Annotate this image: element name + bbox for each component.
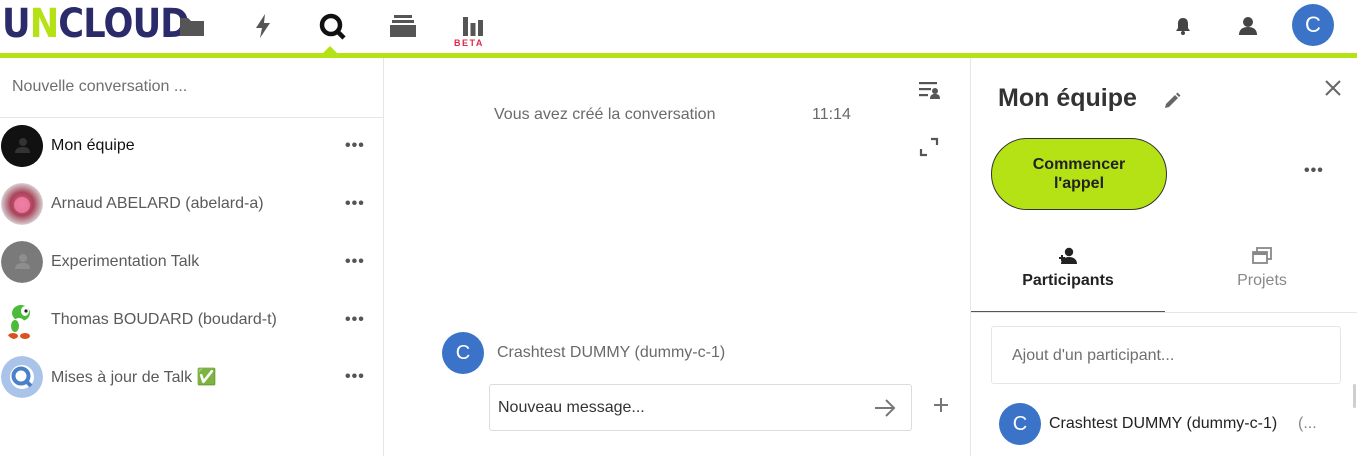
beta-badge: BETA [454,38,484,48]
composer-author-name: Crashtest DUMMY (dummy-c-1) [497,344,726,361]
add-participant-box [991,326,1341,384]
participant-name[interactable]: Crashtest DUMMY (dummy-c-1) [1049,415,1277,433]
folder-icon [180,18,204,36]
add-participant-input[interactable] [1012,347,1322,365]
group-avatar [1,241,43,283]
composer-initial: C [455,341,471,364]
panel-menu-button[interactable]: ••• [1304,162,1324,180]
deck-app-button[interactable] [385,8,421,44]
conversation-name: Experimentation Talk [51,253,200,270]
logo-text-suffix: CLOUD [58,1,189,47]
message-box [489,384,912,431]
tab-label: Projets [1237,272,1287,289]
logo-text-accent: N [29,1,59,47]
notifications-button[interactable] [1167,10,1199,42]
conversation-menu-button[interactable]: ••• [345,311,365,329]
tab-participants[interactable]: Participants [971,238,1165,312]
conversation-item-mon-equipe[interactable]: Mon équipe ••• [0,118,383,174]
message-input[interactable] [498,399,858,417]
conversation-menu-button[interactable]: ••• [345,368,365,386]
files-app-button[interactable] [174,8,210,44]
conversation-name: Arnaud ABELARD (abelard-a) [51,195,264,212]
participant-avatar: C [999,403,1041,445]
system-message: Vous avez créé la conversation [494,106,716,123]
conversation-name: Mon équipe [51,137,135,154]
talk-avatar [1,356,43,398]
new-conversation-input[interactable] [12,78,372,96]
chat-area: Vous avez créé la conversation 11:14 C C… [384,58,970,456]
activity-icon [256,14,270,38]
participant-initial: C [1012,412,1028,435]
attach-button[interactable] [930,394,952,416]
uncloud-logo[interactable]: U N CLOUD [2,1,190,47]
conversation-menu-button[interactable]: ••• [345,137,365,155]
plus-icon [934,398,948,412]
conversation-name: Mises à jour de Talk ✅ [51,369,217,386]
projects-icon [1252,246,1272,266]
talk-icon [319,13,346,40]
tab-projects[interactable]: Projets [1165,238,1357,312]
conversation-details-panel: Mon équipe Commencer l'appel ••• Partici… [970,58,1357,456]
filter-settings-icon [919,82,940,99]
contacts-button[interactable] [1232,10,1264,42]
conversation-item-thomas-boudard[interactable]: Thomas BOUDARD (boudard-t) ••• [0,292,383,348]
composer-avatar: C [442,332,484,374]
talk-app-button[interactable] [314,8,350,44]
photo-avatar [1,183,43,225]
participant-extra: (... [1298,415,1317,432]
tab-label: Participants [1022,272,1114,289]
deck-icon [390,15,416,37]
user-initial: C [1305,12,1321,37]
tabs-divider [971,312,1357,313]
conversation-item-experimentation-talk[interactable]: Experimentation Talk ••• [0,234,383,290]
fullscreen-button[interactable] [917,135,941,159]
group-avatar [1,125,43,167]
top-header: U N CLOUD BETA C [0,0,1357,58]
conversation-name: Thomas BOUDARD (boudard-t) [51,311,277,328]
start-call-button[interactable]: Commencer l'appel [991,138,1167,210]
conversation-menu-button[interactable]: ••• [345,253,365,271]
panel-title: Mon équipe [998,84,1137,112]
close-icon [1325,80,1341,96]
pencil-icon [1165,92,1181,108]
send-arrow-icon [875,399,896,417]
logo-text-prefix: U [2,1,31,47]
fullscreen-icon [919,137,939,157]
panel-scrollbar[interactable] [1353,384,1356,408]
chat-settings-button[interactable] [917,78,941,102]
send-button[interactable] [872,395,898,421]
system-message-time: 11:14 [812,106,851,123]
conversation-search [0,58,383,118]
active-app-indicator [322,46,338,54]
contacts-icon [1239,17,1257,35]
participants-icon [1058,246,1078,266]
conversation-item-talk-updates[interactable]: Mises à jour de Talk ✅ ••• [0,349,383,405]
user-avatar-button[interactable]: C [1292,4,1334,46]
conversation-sidebar: Mon équipe ••• Arnaud ABELARD (abelard-a… [0,58,384,456]
close-panel-button[interactable] [1321,76,1345,100]
rename-button[interactable] [1161,90,1183,112]
conversation-menu-button[interactable]: ••• [345,195,365,213]
conversation-item-arnaud-abelard[interactable]: Arnaud ABELARD (abelard-a) ••• [0,176,383,232]
bell-icon [1176,18,1190,35]
activity-app-button[interactable] [245,8,281,44]
analytics-icon [463,17,483,36]
yoshi-avatar [1,299,43,341]
